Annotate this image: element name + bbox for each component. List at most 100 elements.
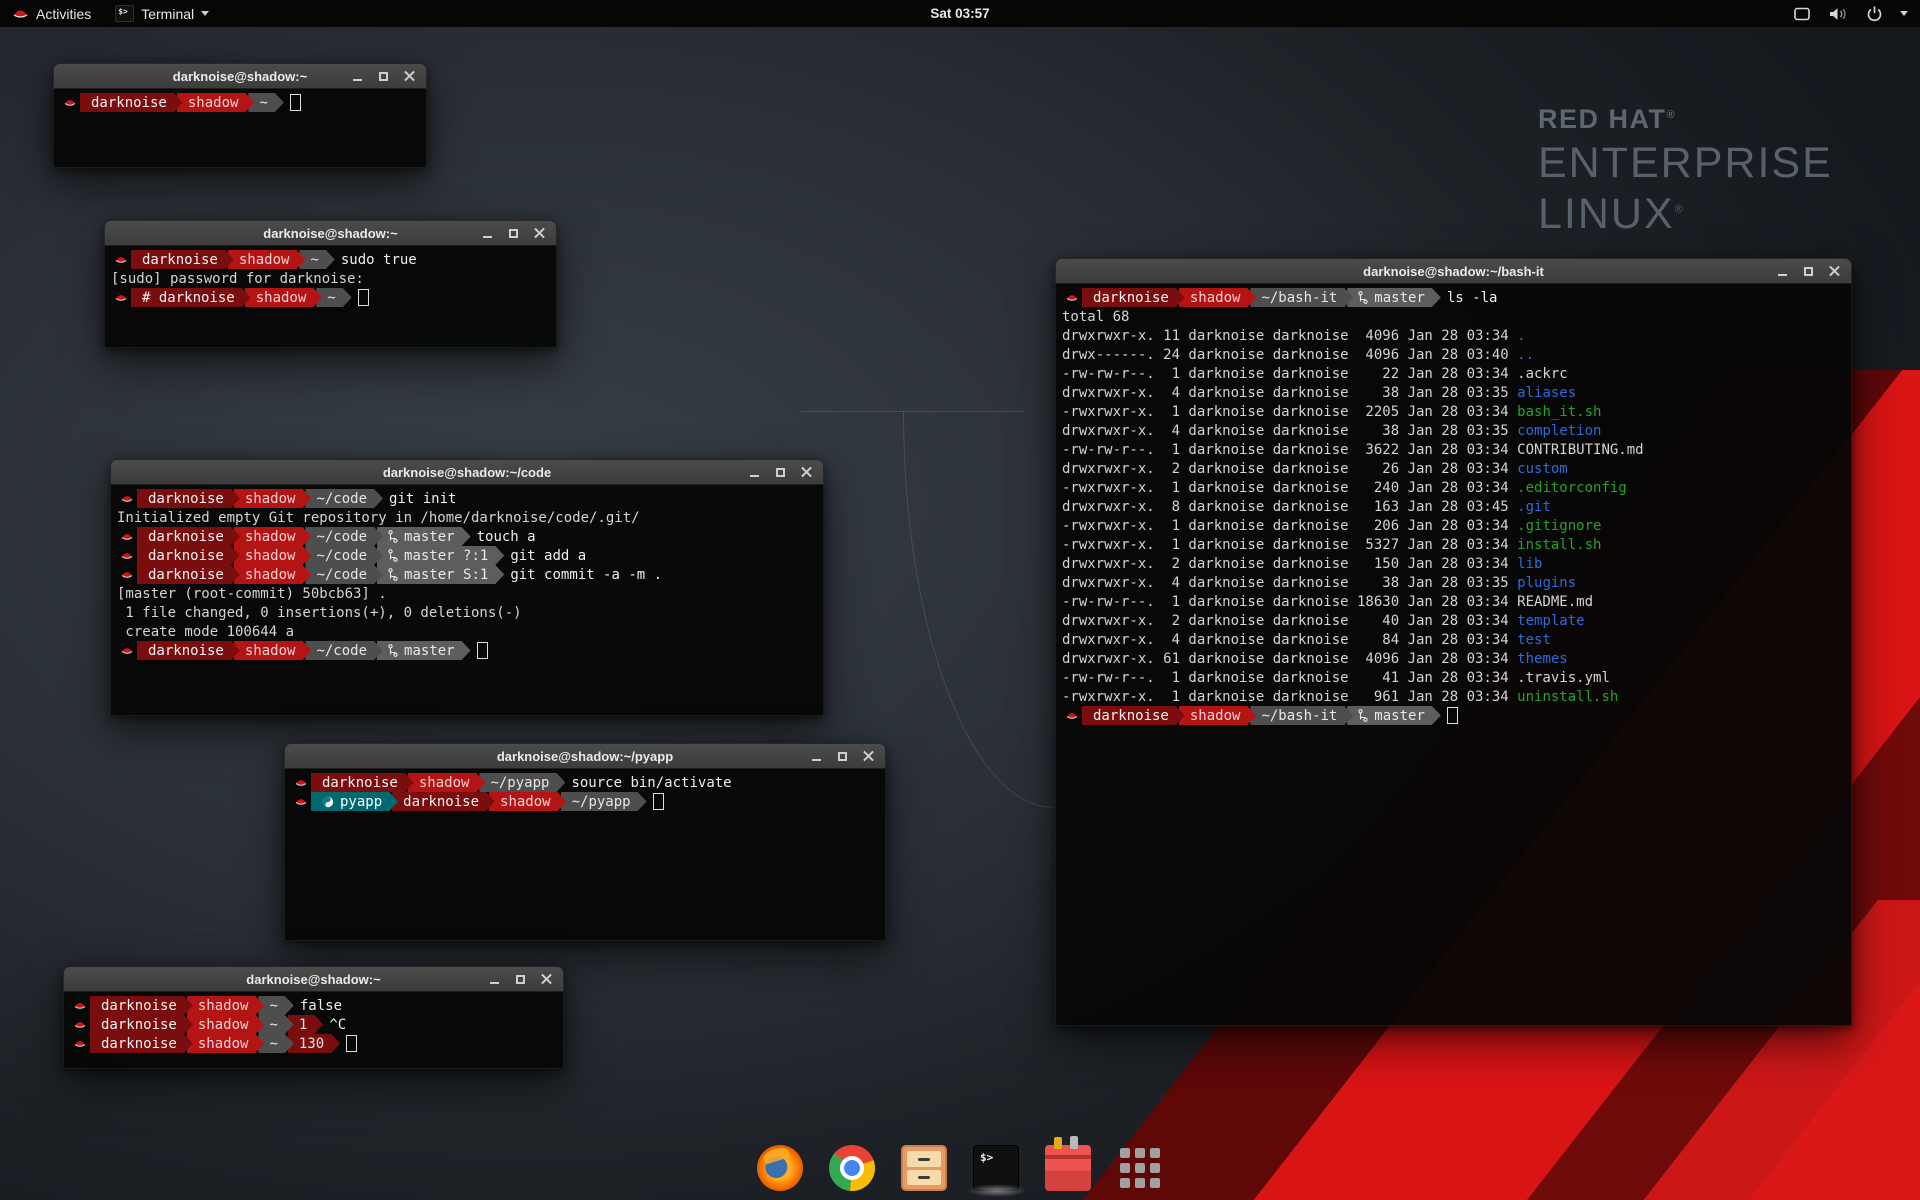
terminal-line: # darknoiseshadow~ xyxy=(111,288,556,307)
minimize-button[interactable] xyxy=(749,467,760,478)
terminal-text: . xyxy=(1517,328,1525,344)
dock-chrome-icon[interactable] xyxy=(829,1145,875,1191)
volume-icon[interactable] xyxy=(1828,6,1849,22)
terminal-text: drwxrwxr-x. 4 darknoise darknoise 84 Jan… xyxy=(1062,632,1517,648)
prompt-segment-path: ~/code xyxy=(305,641,383,660)
terminal-window-pyapp[interactable]: darknoise@shadow:~/pyapp darknoiseshadow~… xyxy=(284,743,886,941)
window-titlebar[interactable]: darknoise@shadow:~ xyxy=(63,966,564,992)
screen-icon[interactable] xyxy=(1793,6,1811,22)
terminal-window-bash-it[interactable]: darknoise@shadow:~/bash-itdarknoiseshado… xyxy=(1055,258,1852,1026)
terminal-body[interactable]: darknoiseshadow~ xyxy=(53,89,427,168)
redhat-prompt-icon xyxy=(111,293,131,302)
terminal-line: [sudo] password for darknoise: xyxy=(111,269,556,288)
prompt-segment-user: darknoise xyxy=(90,1015,193,1034)
close-button[interactable] xyxy=(534,228,545,239)
dock-grid-icon[interactable] xyxy=(1117,1145,1163,1191)
terminal-text: drwxrwxr-x. 2 darknoise darknoise 40 Jan… xyxy=(1062,613,1517,629)
minimize-button[interactable] xyxy=(489,974,500,985)
prompt-segment-path: ~/code xyxy=(305,527,383,546)
redhat-prompt-icon xyxy=(117,532,137,541)
maximize-button[interactable] xyxy=(775,467,786,478)
maximize-button[interactable] xyxy=(515,974,526,985)
terminal-line: create mode 100644 a xyxy=(117,622,823,641)
terminal-text: -rw-rw-r--. 1 darknoise darknoise 41 Jan… xyxy=(1062,670,1610,686)
redhat-prompt-icon xyxy=(1062,293,1082,302)
window-titlebar[interactable]: darknoise@shadow:~/bash-it xyxy=(1055,258,1852,284)
terminal-line: drwxrwxr-x. 4 darknoise darknoise 38 Jan… xyxy=(1062,573,1851,592)
dock-files-icon[interactable] xyxy=(901,1145,947,1191)
minimize-button[interactable] xyxy=(352,71,363,82)
close-button[interactable] xyxy=(801,467,812,478)
terminal-text: lib xyxy=(1517,556,1542,572)
terminal-line: darknoiseshadow~/codemaster xyxy=(117,641,823,660)
minimize-button[interactable] xyxy=(1777,266,1788,277)
terminal-line: 1 file changed, 0 insertions(+), 0 delet… xyxy=(117,603,823,622)
terminal-window-home-1[interactable]: darknoise@shadow:~darknoiseshadow~ xyxy=(53,63,427,168)
activities-button[interactable]: Activities xyxy=(0,0,103,27)
minimize-button[interactable] xyxy=(482,228,493,239)
grid-dot xyxy=(1150,1163,1160,1173)
power-icon[interactable] xyxy=(1866,5,1883,22)
prompt-segment-user: darknoise xyxy=(1082,706,1185,725)
prompt-segment-venv: pyapp xyxy=(311,792,398,811)
window-titlebar[interactable]: darknoise@shadow:~ xyxy=(53,63,427,89)
prompt-segment-user: darknoise xyxy=(137,527,240,546)
terminal-text: -rwxrwxr-x. 1 darknoise darknoise 2205 J… xyxy=(1062,404,1517,420)
terminal-window-home-2[interactable]: darknoise@shadow:~darknoiseshadow~falsed… xyxy=(63,966,564,1069)
maximize-button[interactable] xyxy=(1803,266,1814,277)
maximize-button[interactable] xyxy=(378,71,389,82)
window-controls xyxy=(482,228,556,239)
app-menu-terminal[interactable]: $> Terminal xyxy=(103,0,221,27)
terminal-line: darknoiseshadow~sudo true xyxy=(111,250,556,269)
top-bar: Activities $> Terminal Sat 03:57 xyxy=(0,0,1920,27)
terminal-app-icon: $> xyxy=(115,5,134,22)
prompt-segment-path: ~/code xyxy=(305,546,383,565)
dock-toolbox-icon[interactable] xyxy=(1045,1145,1091,1191)
terminal-text: plugins xyxy=(1517,575,1576,591)
terminal-text: drwxrwxr-x. 11 darknoise darknoise 4096 … xyxy=(1062,328,1517,344)
minimize-button[interactable] xyxy=(811,751,822,762)
prompt-segment-git: master xyxy=(377,527,471,546)
close-button[interactable] xyxy=(541,974,552,985)
close-button[interactable] xyxy=(404,71,415,82)
terminal-body[interactable]: darknoiseshadow~/bash-itmasterls -latota… xyxy=(1055,284,1852,1026)
maximize-button[interactable] xyxy=(508,228,519,239)
app-menu-label: Terminal xyxy=(141,6,194,22)
close-button[interactable] xyxy=(863,751,874,762)
window-controls xyxy=(811,751,885,762)
git-branch-icon xyxy=(388,644,398,657)
terminal-window-sudo[interactable]: darknoise@shadow:~darknoiseshadow~sudo t… xyxy=(104,220,557,348)
prompt-segment-user: darknoise xyxy=(392,792,495,811)
terminal-body[interactable]: darknoiseshadow~falsedarknoiseshadow~1^C… xyxy=(63,992,564,1069)
prompt-segment-user: darknoise xyxy=(90,996,193,1015)
redhat-prompt-icon xyxy=(117,551,137,560)
clock-label[interactable]: Sat 03:57 xyxy=(930,6,989,21)
close-button[interactable] xyxy=(1829,266,1840,277)
window-title: darknoise@shadow:~/code xyxy=(111,465,823,480)
terminal-cursor xyxy=(358,289,369,306)
window-titlebar[interactable]: darknoise@shadow:~/pyapp xyxy=(284,743,886,769)
terminal-line: pyappdarknoiseshadow~/pyapp xyxy=(291,792,885,811)
terminal-window-code[interactable]: darknoise@shadow:~/code darknoiseshadow~/… xyxy=(110,459,824,716)
terminal-text: -rwxrwxr-x. 1 darknoise darknoise 240 Ja… xyxy=(1062,480,1517,496)
window-titlebar[interactable]: darknoise@shadow:~ xyxy=(104,220,557,246)
terminal-text: drwxrwxr-x. 2 darknoise darknoise 26 Jan… xyxy=(1062,461,1517,477)
terminal-line: darknoiseshadow~130 xyxy=(70,1034,563,1053)
prompt-segment-user: darknoise xyxy=(311,773,414,792)
git-branch-icon xyxy=(388,549,398,562)
dock-firefox-icon[interactable] xyxy=(757,1145,803,1191)
terminal-line: darknoiseshadow~/pyappsource bin/activat… xyxy=(291,773,885,792)
chevron-down-icon[interactable] xyxy=(1900,11,1908,16)
terminal-cursor xyxy=(290,94,301,111)
window-titlebar[interactable]: darknoise@shadow:~/code xyxy=(110,459,824,485)
dock-terminal-icon[interactable]: $> xyxy=(973,1145,1019,1191)
maximize-button[interactable] xyxy=(837,751,848,762)
terminal-body[interactable]: darknoiseshadow~/pyappsource bin/activat… xyxy=(284,769,886,941)
grid-dot xyxy=(1150,1148,1160,1158)
terminal-text: git commit -a -m . xyxy=(510,567,662,583)
prompt-segment-path: ~/bash-it xyxy=(1250,706,1353,725)
terminal-line: drwxrwxr-x. 11 darknoise darknoise 4096 … xyxy=(1062,326,1851,345)
terminal-body[interactable]: darknoiseshadow~/codegit initInitialized… xyxy=(110,485,824,716)
red-hat-icon xyxy=(12,7,29,20)
terminal-body[interactable]: darknoiseshadow~sudo true[sudo] password… xyxy=(104,246,557,348)
